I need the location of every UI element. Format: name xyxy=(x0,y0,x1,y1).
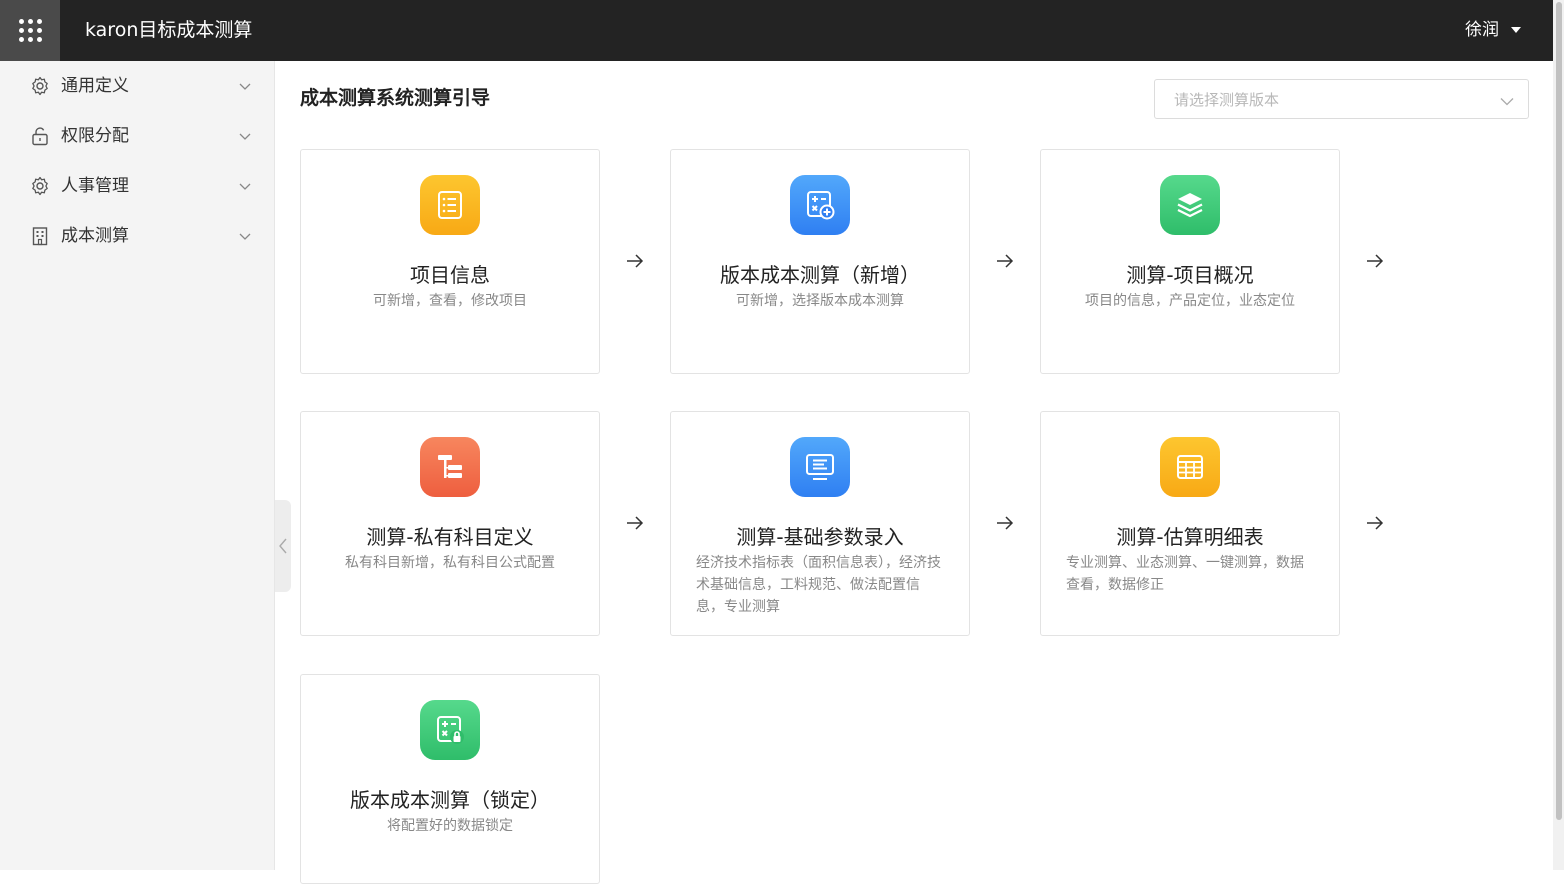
sidebar-item-label: 权限分配 xyxy=(61,126,129,146)
sidebar-item-hr-management[interactable]: 人事管理 xyxy=(0,161,275,211)
card-title: 测算-私有科目定义 xyxy=(366,525,534,549)
card-estimate-detail-table[interactable]: 测算-估算明细表 专业测算、业态测算、一键测算，数据查看，数据修正 xyxy=(1040,411,1340,636)
card-description: 可新增，选择版本成本测算 xyxy=(736,293,904,309)
lock-icon xyxy=(30,126,50,146)
card-title: 版本成本测算（锁定） xyxy=(350,788,550,812)
chevron-down-icon xyxy=(239,177,251,190)
grid-dots-icon xyxy=(18,19,42,42)
version-select[interactable]: 请选择测算版本 xyxy=(1154,79,1529,119)
card-description: 项目的信息，产品定位，业态定位 xyxy=(1085,293,1295,309)
chevron-down-icon xyxy=(239,127,251,140)
card-description: 私有科目新增，私有科目公式配置 xyxy=(345,555,555,571)
calculator-add-icon xyxy=(790,175,850,235)
sidebar-collapse-button[interactable] xyxy=(275,500,291,592)
card-private-subject-definition[interactable]: 测算-私有科目定义 私有科目新增，私有科目公式配置 xyxy=(300,411,600,636)
chevron-down-icon xyxy=(1500,93,1514,107)
card-project-overview[interactable]: 测算-项目概况 项目的信息，产品定位，业态定位 xyxy=(1040,149,1340,374)
sidebar-item-label: 成本测算 xyxy=(61,226,129,246)
card-description: 可新增，查看，修改项目 xyxy=(373,293,527,309)
user-menu[interactable]: 徐润 xyxy=(1465,19,1521,41)
apps-menu-button[interactable] xyxy=(0,0,60,61)
sidebar: 通用定义 权限分配 人事管理 成本测算 xyxy=(0,61,275,870)
chevron-down-icon xyxy=(239,77,251,90)
card-title: 测算-项目概况 xyxy=(1126,263,1254,287)
card-version-cost-locked[interactable]: 版本成本测算（锁定） 将配置好的数据锁定 xyxy=(300,674,600,884)
card-basic-parameters[interactable]: 测算-基础参数录入 经济技术指标表（面积信息表），经济技术基础信息，工料规范、做… xyxy=(670,411,970,636)
building-icon xyxy=(30,226,50,246)
app-title: karon目标成本测算 xyxy=(85,19,253,41)
page-scrollbar-thumb[interactable] xyxy=(1556,2,1562,820)
card-description: 专业测算、业态测算、一键测算，数据查看，数据修正 xyxy=(1066,555,1304,593)
arrow-right-icon xyxy=(1367,516,1384,530)
list-document-icon xyxy=(420,175,480,235)
page-title: 成本测算系统测算引导 xyxy=(300,87,491,109)
arrow-right-icon xyxy=(997,254,1014,268)
gear-icon xyxy=(30,176,50,196)
sidebar-item-permissions[interactable]: 权限分配 xyxy=(0,111,275,161)
version-select-placeholder: 请选择测算版本 xyxy=(1174,91,1280,109)
card-title: 测算-估算明细表 xyxy=(1116,525,1264,549)
card-title: 项目信息 xyxy=(410,263,490,287)
sidebar-item-label: 通用定义 xyxy=(61,76,129,96)
arrow-right-icon xyxy=(627,254,644,268)
arrow-right-icon xyxy=(627,516,644,530)
chevron-down-icon xyxy=(239,227,251,240)
user-name: 徐润 xyxy=(1465,20,1499,40)
calculator-lock-icon xyxy=(420,700,480,760)
layers-icon xyxy=(1160,175,1220,235)
sidebar-item-label: 人事管理 xyxy=(61,176,129,196)
card-version-cost-new[interactable]: 版本成本测算（新增） 可新增，选择版本成本测算 xyxy=(670,149,970,374)
card-title: 测算-基础参数录入 xyxy=(736,525,904,549)
table-grid-icon xyxy=(1160,437,1220,497)
gear-icon xyxy=(30,76,50,96)
sidebar-item-cost-estimation[interactable]: 成本测算 xyxy=(0,211,275,261)
card-project-info[interactable]: 项目信息 可新增，查看，修改项目 xyxy=(300,149,600,374)
card-title: 版本成本测算（新增） xyxy=(720,263,920,287)
tree-structure-icon xyxy=(420,437,480,497)
caret-down-icon xyxy=(1511,27,1521,33)
arrow-right-icon xyxy=(997,516,1014,530)
chevron-left-icon xyxy=(279,538,287,554)
arrow-right-icon xyxy=(1367,254,1384,268)
top-bar: karon目标成本测算 徐润 xyxy=(0,0,1553,61)
card-description: 经济技术指标表（面积信息表），经济技术基础信息，工料规范、做法配置信息，专业测算 xyxy=(696,555,941,615)
monitor-list-icon xyxy=(790,437,850,497)
sidebar-item-general-definitions[interactable]: 通用定义 xyxy=(0,61,275,111)
card-description: 将配置好的数据锁定 xyxy=(387,818,513,834)
